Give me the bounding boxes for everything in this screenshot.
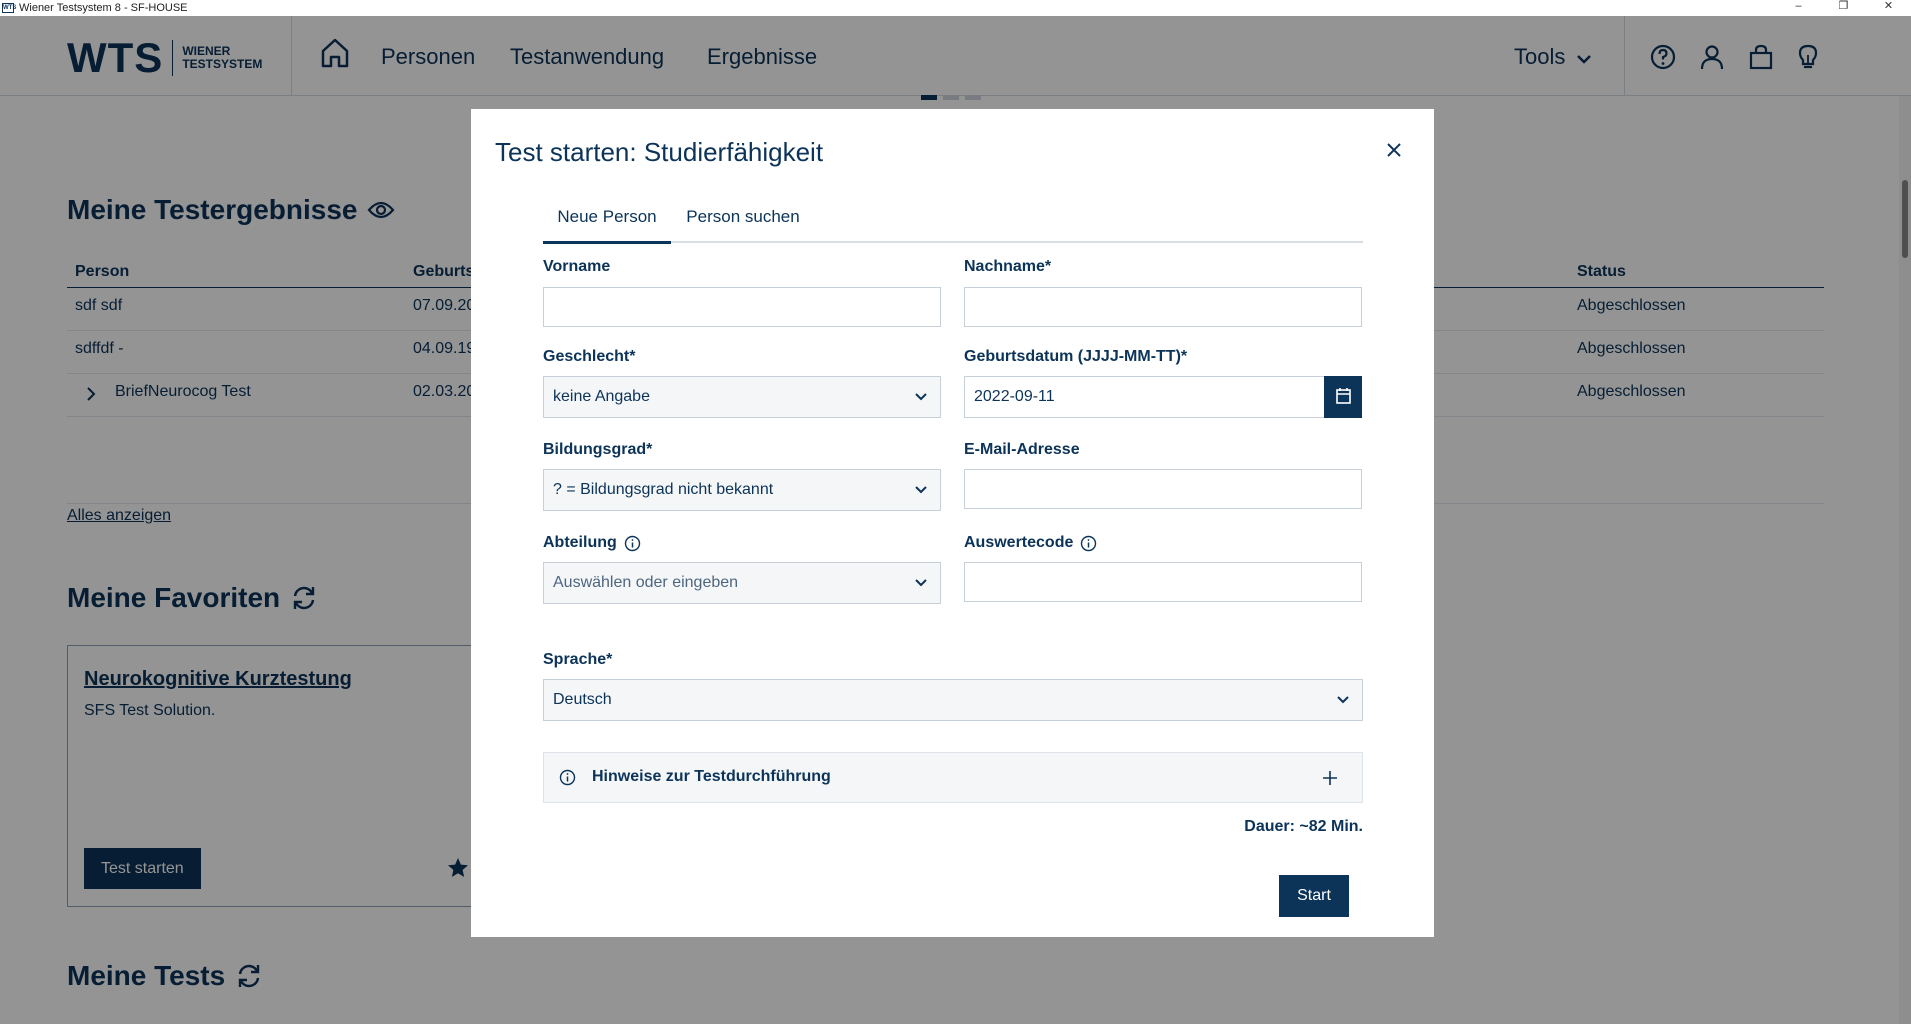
geburtsdatum-label: Geburtsdatum (JJJJ-MM-TT)* — [964, 348, 1187, 366]
info-icon[interactable] — [1080, 535, 1097, 552]
vorname-label-text: Vorname — [543, 258, 611, 275]
duration-text: Dauer: ~82 Min. — [1244, 818, 1363, 835]
nachname-label-text: Nachname* — [964, 258, 1052, 275]
abteilung-label-text: Abteilung — [543, 534, 617, 551]
auswertecode-input[interactable] — [964, 562, 1362, 602]
geschlecht-label-text: Geschlecht* — [543, 348, 636, 365]
vorname-input[interactable] — [543, 287, 941, 327]
nachname-label: Nachname* — [964, 258, 1051, 276]
window-titlebar: WTS Wiener Testsystem 8 - SF-HOUSE – ❐ ✕ — [0, 0, 1911, 16]
tab-neue-person[interactable]: Neue Person — [543, 189, 671, 244]
geburtsdatum-label-text: Geburtsdatum (JJJJ-MM-TT)* — [964, 348, 1188, 365]
window-title: Wiener Testsystem 8 - SF-HOUSE — [19, 2, 188, 14]
email-label: E-Mail-Adresse — [964, 441, 1080, 459]
hints-title: Hinweise zur Testdurchführung — [592, 768, 831, 785]
info-icon[interactable] — [624, 535, 641, 552]
bildungsgrad-select[interactable]: ? = Bildungsgrad nicht bekannt — [543, 469, 941, 511]
person-tabs: Neue Person Person suchen — [543, 189, 1363, 244]
geschlecht-label: Geschlecht* — [543, 348, 635, 366]
maximize-button[interactable]: ❐ — [1821, 0, 1866, 12]
geschlecht-value: keine Angabe — [553, 388, 650, 405]
abteilung-combobox[interactable]: Auswählen oder eingeben — [543, 562, 941, 604]
close-window-button[interactable]: ✕ — [1866, 0, 1911, 12]
auswertecode-label: Auswertecode — [964, 534, 1097, 552]
chevron-down-icon — [1337, 696, 1349, 704]
date-picker-button[interactable] — [1324, 376, 1362, 418]
window-controls: – ❐ ✕ — [1776, 0, 1911, 12]
calendar-icon — [1336, 388, 1351, 404]
email-input[interactable] — [964, 469, 1362, 509]
geburtsdatum-value: 2022-09-11 — [974, 388, 1055, 405]
chevron-down-icon — [915, 393, 927, 401]
dialog-title: Test starten: Studierfähigkeit — [495, 137, 824, 167]
chevron-down-icon — [915, 486, 927, 494]
abteilung-label: Abteilung — [543, 534, 641, 552]
start-button[interactable]: Start — [1279, 875, 1349, 917]
abteilung-placeholder: Auswählen oder eingeben — [553, 574, 739, 591]
minimize-button[interactable]: – — [1776, 0, 1821, 12]
geburtsdatum-input[interactable]: 2022-09-11 — [964, 376, 1325, 418]
email-label-text: E-Mail-Adresse — [964, 441, 1080, 458]
app-icon: WTS — [2, 3, 17, 13]
hints-accordion[interactable]: Hinweise zur Testdurchführung — [543, 752, 1363, 803]
bildungsgrad-label-text: Bildungsgrad* — [543, 441, 653, 458]
start-test-dialog: Test starten: Studierfähigkeit Neue Pers… — [471, 109, 1434, 937]
sprache-label: Sprache* — [543, 651, 612, 669]
info-icon — [559, 769, 576, 786]
plus-icon[interactable] — [1321, 769, 1339, 787]
nachname-input[interactable] — [964, 287, 1362, 327]
vorname-label: Vorname — [543, 258, 610, 276]
sprache-select[interactable]: Deutsch — [543, 679, 1363, 721]
auswertecode-label-text: Auswertecode — [964, 534, 1074, 551]
bildungsgrad-label: Bildungsgrad* — [543, 441, 652, 459]
chevron-down-icon — [915, 579, 927, 587]
tab-person-suchen[interactable]: Person suchen — [673, 189, 813, 243]
close-icon[interactable] — [1383, 139, 1405, 161]
sprache-label-text: Sprache* — [543, 651, 613, 668]
sprache-value: Deutsch — [553, 691, 612, 708]
geschlecht-select[interactable]: keine Angabe — [543, 376, 941, 418]
bildungsgrad-value: ? = Bildungsgrad nicht bekannt — [553, 481, 774, 498]
